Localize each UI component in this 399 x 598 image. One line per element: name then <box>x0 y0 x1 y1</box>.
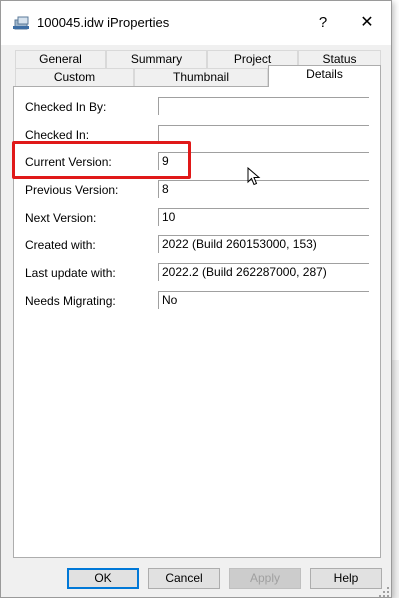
highlight-box <box>12 141 191 179</box>
title-bar[interactable]: 100045.idw iProperties ? ✕ <box>1 1 391 45</box>
tab-custom[interactable]: Custom <box>15 68 134 87</box>
last-update-with-label: Last update with: <box>25 266 116 280</box>
previous-version-label: Previous Version: <box>25 183 119 197</box>
next-version-field[interactable]: 10 <box>158 208 369 226</box>
tab-summary[interactable]: Summary <box>106 50 207 68</box>
resize-grip-icon[interactable] <box>378 586 390 598</box>
ok-button[interactable]: OK <box>67 568 139 589</box>
iproperties-dialog: 100045.idw iProperties ? ✕ General Summa… <box>0 0 392 598</box>
window-title: 100045.idw iProperties <box>37 15 170 30</box>
mouse-cursor-icon <box>247 167 261 186</box>
next-version-label: Next Version: <box>25 211 97 225</box>
tab-details[interactable]: Details <box>268 65 381 87</box>
checked-in-by-field[interactable] <box>158 97 369 115</box>
last-update-with-field[interactable]: 2022.2 (Build 262287000, 287) <box>158 263 369 281</box>
created-with-label: Created with: <box>25 238 96 252</box>
close-button[interactable]: ✕ <box>350 9 384 37</box>
previous-version-field[interactable]: 8 <box>158 180 369 198</box>
created-with-field[interactable]: 2022 (Build 260153000, 153) <box>158 235 369 253</box>
needs-migrating-label: Needs Migrating: <box>25 294 116 308</box>
help-button[interactable]: Help <box>310 568 382 589</box>
tab-thumbnail[interactable]: Thumbnail <box>134 68 268 87</box>
apply-button[interactable]: Apply <box>229 568 301 589</box>
checked-in-by-label: Checked In By: <box>25 100 107 114</box>
inventor-file-icon <box>13 16 29 30</box>
cancel-button[interactable]: Cancel <box>148 568 220 589</box>
help-title-button[interactable]: ? <box>306 9 340 37</box>
tab-general[interactable]: General <box>15 50 106 68</box>
needs-migrating-field[interactable]: No <box>158 291 369 309</box>
checked-in-label: Checked In: <box>25 128 90 142</box>
background-app-edge <box>392 360 399 598</box>
